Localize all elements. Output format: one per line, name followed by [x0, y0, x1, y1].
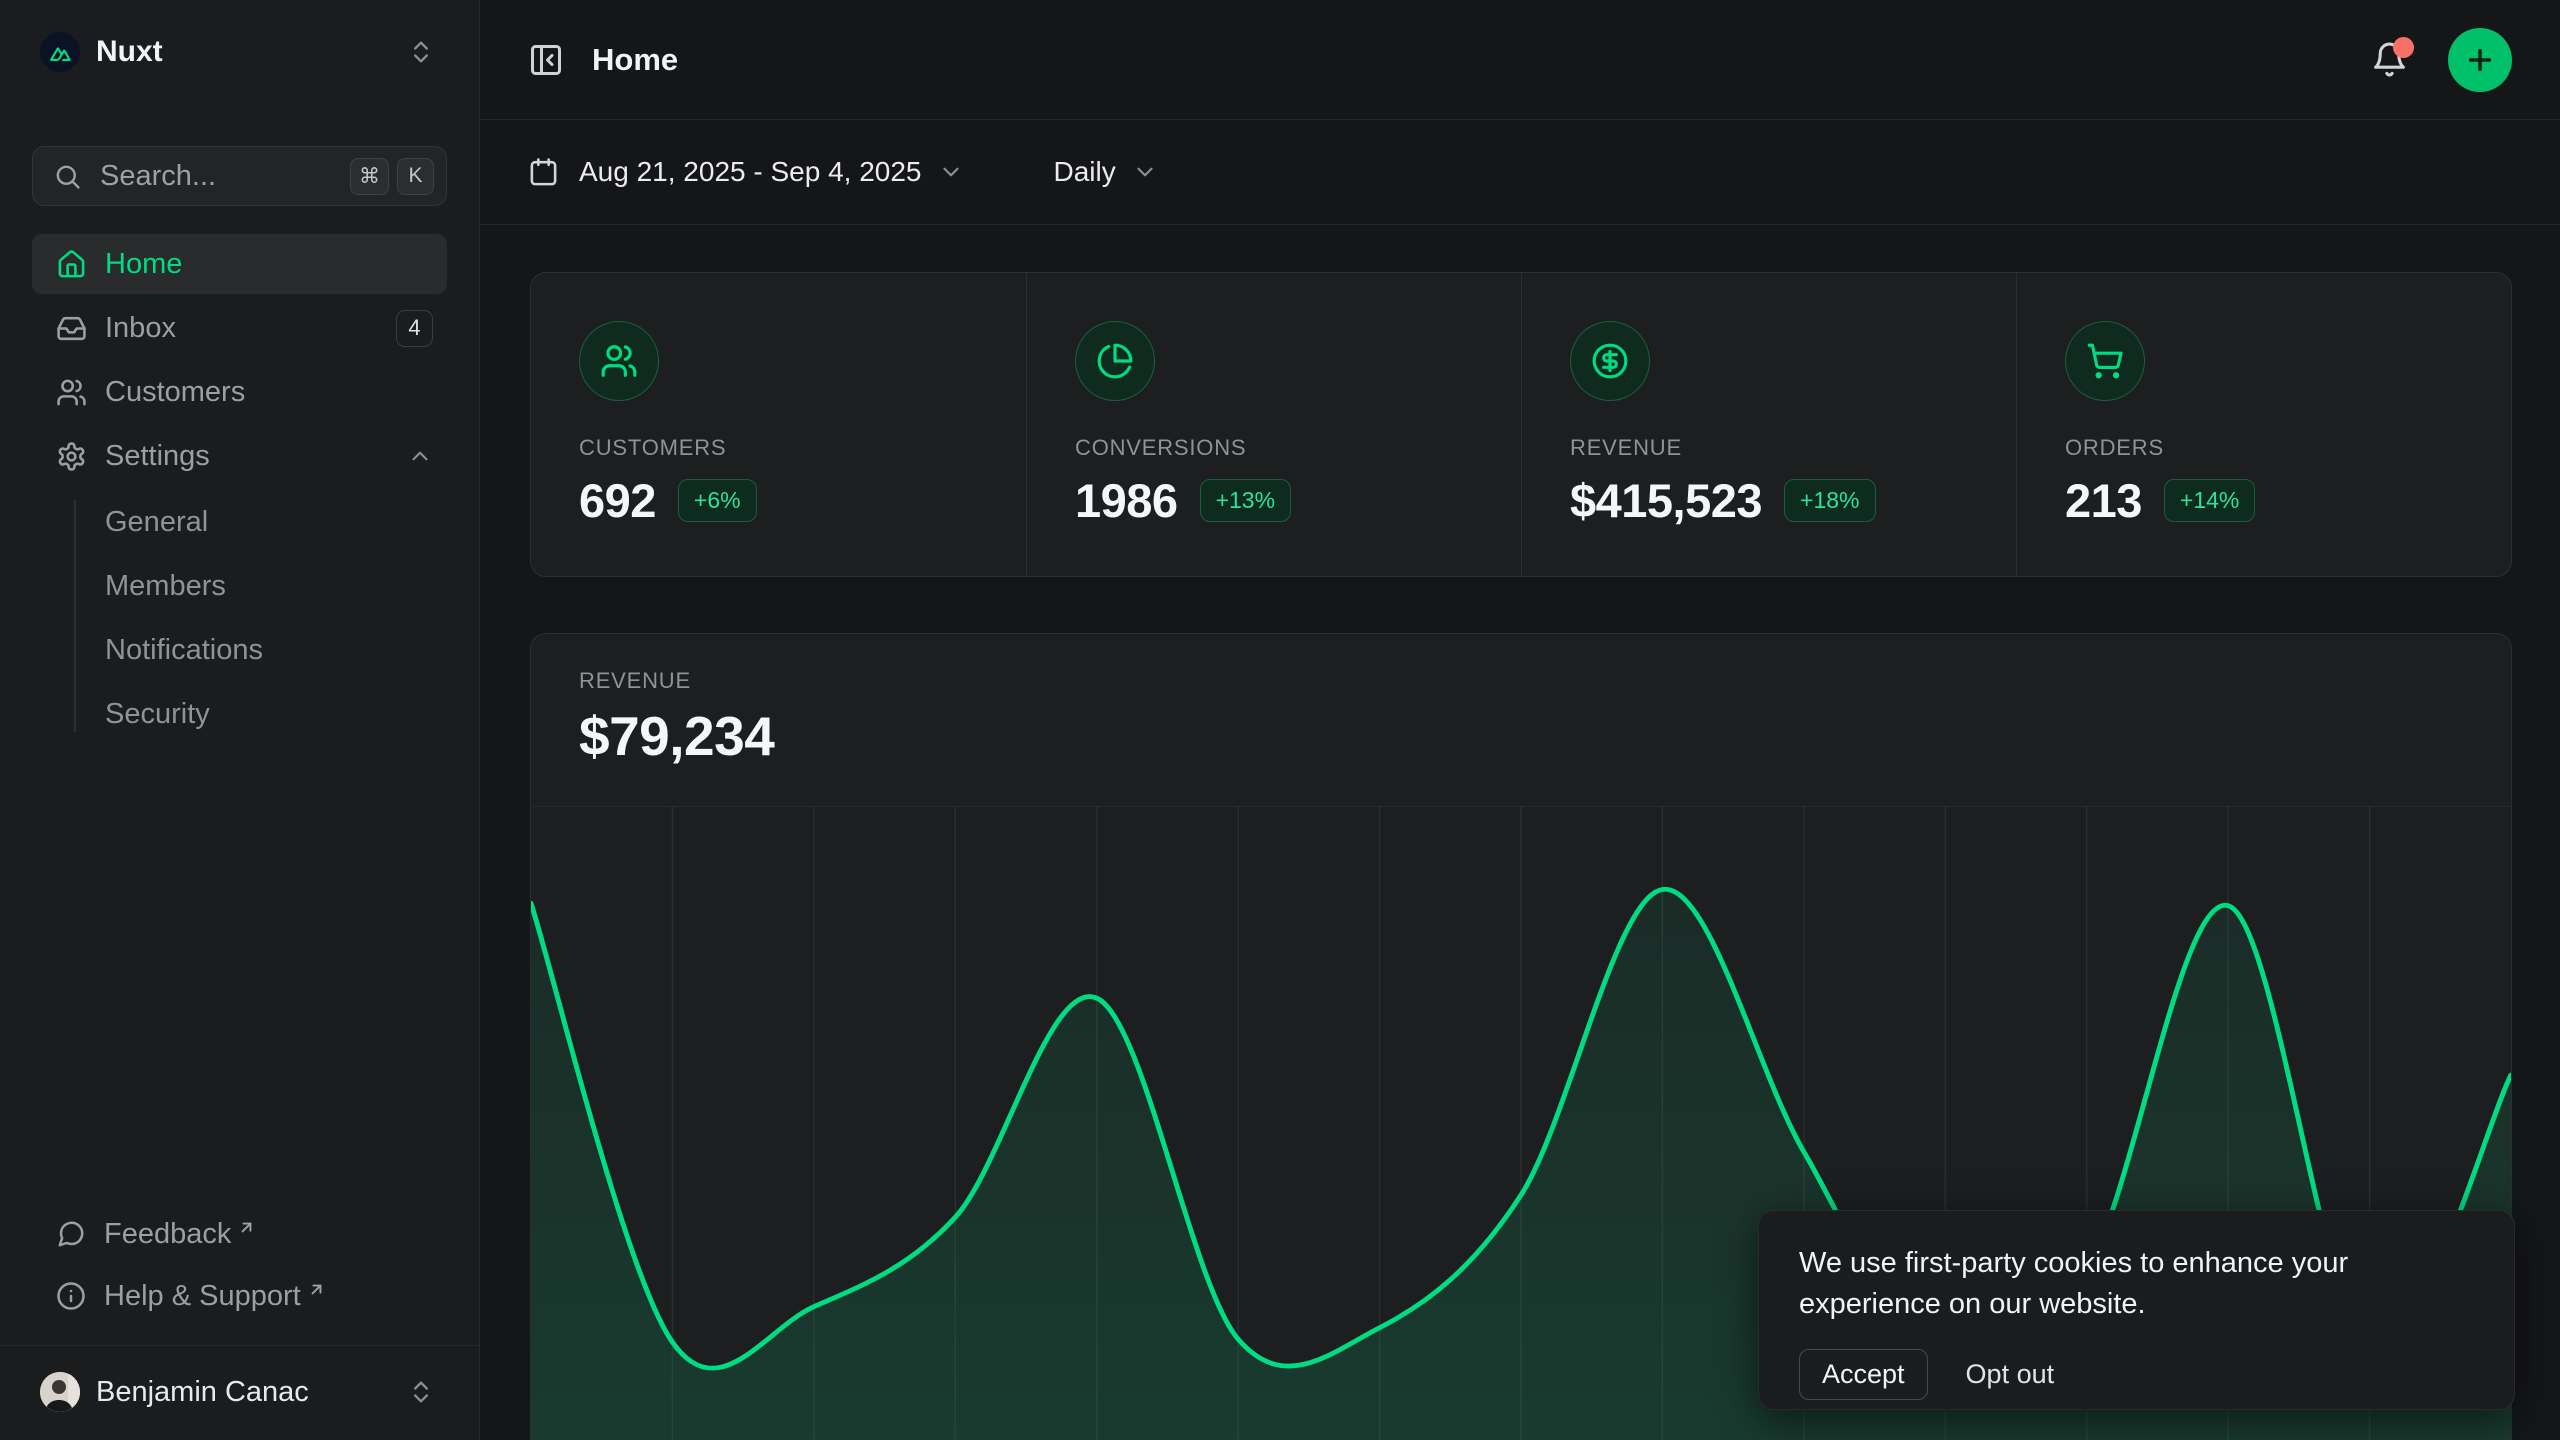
external-link-icon	[237, 1218, 256, 1237]
sidebar-item-label: Notifications	[105, 634, 263, 667]
stat-delta-badge: +14%	[2164, 479, 2255, 522]
sidebar-item-settings[interactable]: Settings	[32, 426, 447, 486]
stat-label: REVENUE	[1570, 435, 2016, 461]
users-icon	[56, 377, 87, 408]
sidebar-item-notifications[interactable]: Notifications	[32, 618, 447, 682]
external-link-icon	[307, 1280, 326, 1299]
cookie-message: We use first-party cookies to enhance yo…	[1799, 1243, 2474, 1325]
inbox-count-badge: 4	[396, 310, 433, 347]
stat-label: CONVERSIONS	[1075, 435, 1521, 461]
stat-value: 692	[579, 473, 656, 528]
panel-left-close-icon	[528, 42, 564, 78]
settings-subnav: General Members Notifications Security	[32, 490, 447, 746]
dollar-circle-icon	[1591, 342, 1629, 380]
sidebar-item-customers[interactable]: Customers	[32, 362, 447, 422]
message-bubble-icon	[56, 1219, 86, 1249]
sidebar-footer-links: Feedback Help & Support	[32, 1203, 447, 1345]
stat-icon-chip	[1075, 321, 1155, 401]
stat-card-revenue[interactable]: REVENUE $415,523 +18%	[1521, 273, 2016, 576]
collapse-sidebar-button[interactable]	[528, 42, 564, 78]
workspace-name: Nuxt	[96, 35, 163, 69]
sidebar-item-label: Feedback	[104, 1218, 231, 1251]
sidebar-item-members[interactable]: Members	[32, 554, 447, 618]
sidebar-item-label: Members	[105, 570, 226, 603]
stat-card-conversions[interactable]: CONVERSIONS 1986 +13%	[1026, 273, 1521, 576]
stat-label: ORDERS	[2065, 435, 2511, 461]
stat-card-customers[interactable]: CUSTOMERS 692 +6%	[531, 273, 1026, 576]
date-range-value: Aug 21, 2025 - Sep 4, 2025	[579, 156, 922, 188]
stat-value: $415,523	[1570, 473, 1762, 528]
stats-panel: CUSTOMERS 692 +6% CONVERSIONS 1986 +13%	[530, 272, 2512, 577]
stat-value: 213	[2065, 473, 2142, 528]
info-circle-icon	[56, 1281, 86, 1311]
granularity-value: Daily	[1054, 156, 1116, 188]
page-header: Home	[480, 0, 2560, 120]
inbox-icon	[56, 313, 87, 344]
stat-value: 1986	[1075, 473, 1178, 528]
stat-icon-chip	[2065, 321, 2145, 401]
cart-icon	[2086, 342, 2124, 380]
date-range-picker[interactable]: Aug 21, 2025 - Sep 4, 2025	[528, 156, 964, 188]
chart-title: REVENUE	[579, 668, 2511, 694]
stat-label: CUSTOMERS	[579, 435, 1026, 461]
home-icon	[56, 249, 87, 280]
chevron-down-icon	[938, 159, 964, 185]
sidebar-user-section: Benjamin Canac	[0, 1345, 479, 1440]
sidebar-item-label: Security	[105, 698, 210, 731]
stat-delta-badge: +6%	[678, 479, 757, 522]
sidebar-item-label: Help & Support	[104, 1280, 301, 1313]
stat-delta-badge: +18%	[1784, 479, 1875, 522]
users-icon	[600, 342, 638, 380]
sidebar-item-general[interactable]: General	[32, 490, 447, 554]
pie-chart-icon	[1096, 342, 1134, 380]
sidebar: Nuxt Search... ⌘ K Home Inbox 4 Customer…	[0, 0, 480, 1440]
workspace-switcher[interactable]: Nuxt	[32, 24, 447, 80]
stat-delta-badge: +13%	[1200, 479, 1291, 522]
search-input[interactable]: Search... ⌘ K	[32, 146, 447, 206]
stat-icon-chip	[1570, 321, 1650, 401]
sidebar-item-security[interactable]: Security	[32, 682, 447, 746]
stat-card-orders[interactable]: ORDERS 213 +14%	[2016, 273, 2511, 576]
sidebar-item-label: General	[105, 506, 208, 539]
sidebar-item-help-support[interactable]: Help & Support	[32, 1265, 447, 1327]
kbd-k: K	[397, 158, 434, 195]
add-button[interactable]	[2448, 28, 2512, 92]
sidebar-item-home[interactable]: Home	[32, 234, 447, 294]
sidebar-item-feedback[interactable]: Feedback	[32, 1203, 447, 1265]
avatar	[40, 1372, 80, 1412]
user-name: Benjamin Canac	[96, 1376, 309, 1409]
main-area: Home Aug 21, 2025 - Sep 4, 2025 Daily	[480, 0, 2560, 1440]
page-title: Home	[592, 42, 678, 78]
user-menu[interactable]: Benjamin Canac	[32, 1360, 447, 1424]
chevrons-up-down-icon	[407, 1378, 435, 1406]
chevron-down-icon	[1132, 159, 1158, 185]
search-placeholder: Search...	[100, 160, 216, 193]
cookie-banner: We use first-party cookies to enhance yo…	[1758, 1210, 2515, 1410]
sidebar-item-label: Customers	[105, 376, 245, 409]
kbd-cmd: ⌘	[350, 158, 389, 195]
search-icon	[53, 162, 82, 191]
sidebar-item-inbox[interactable]: Inbox 4	[32, 298, 447, 358]
calendar-icon	[528, 157, 559, 188]
stat-icon-chip	[579, 321, 659, 401]
chevrons-up-down-icon	[407, 38, 435, 66]
gear-icon	[56, 441, 87, 472]
notification-dot	[2393, 37, 2414, 58]
chevron-up-icon	[407, 443, 433, 469]
notifications-button[interactable]	[2371, 41, 2408, 78]
sidebar-item-label: Home	[105, 248, 182, 281]
sidebar-nav: Home Inbox 4 Customers Settings	[32, 234, 447, 490]
plus-icon	[2464, 44, 2496, 76]
granularity-select[interactable]: Daily	[1054, 156, 1158, 188]
chart-total-value: $79,234	[579, 704, 2511, 768]
sidebar-item-label: Settings	[105, 440, 210, 473]
sidebar-item-label: Inbox	[105, 312, 176, 345]
opt-out-button[interactable]: Opt out	[1966, 1359, 2055, 1390]
accept-cookies-button[interactable]: Accept	[1799, 1349, 1928, 1400]
nuxt-logo-icon	[40, 32, 80, 72]
filters-toolbar: Aug 21, 2025 - Sep 4, 2025 Daily	[480, 120, 2560, 225]
